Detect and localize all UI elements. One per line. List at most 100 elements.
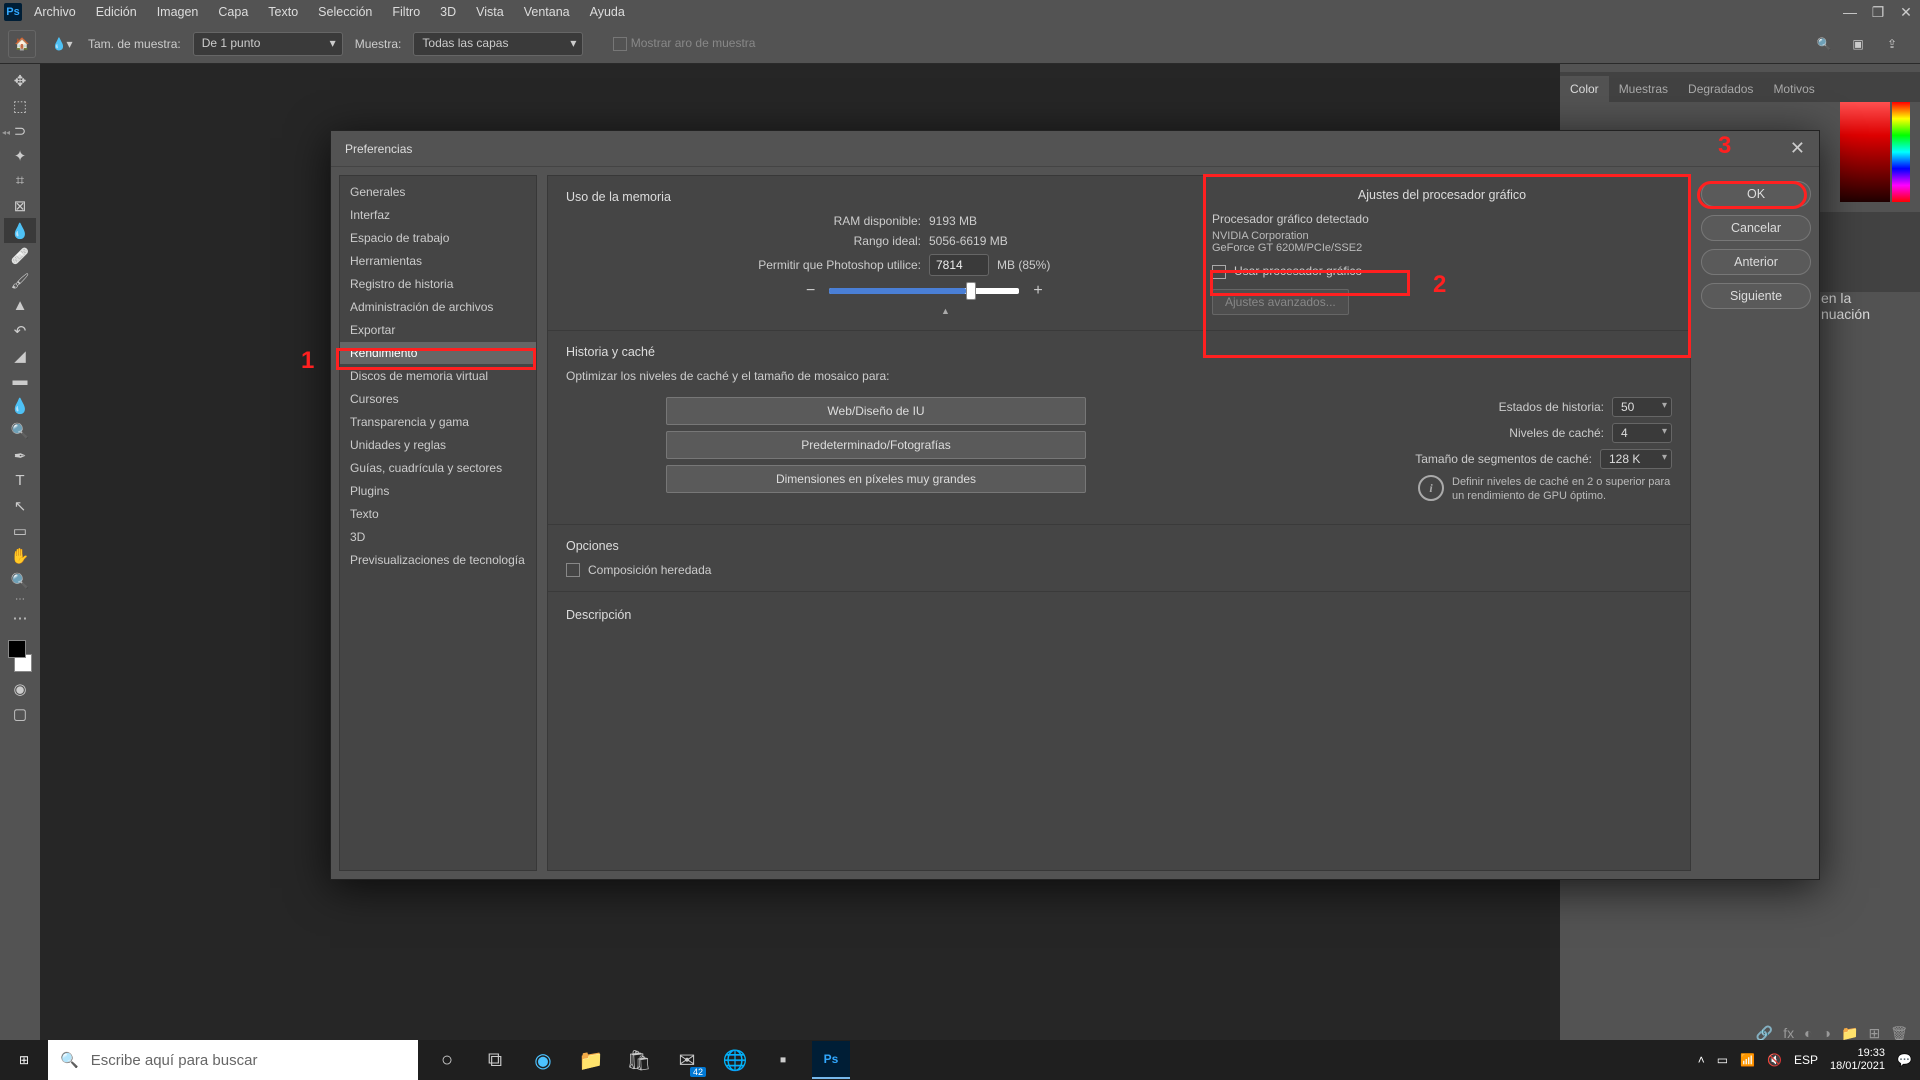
- sidebar-item-archivos[interactable]: Administración de archivos: [340, 296, 536, 318]
- eraser-tool[interactable]: ◢: [4, 343, 36, 368]
- sidebar-item-transparencia[interactable]: Transparencia y gama: [340, 411, 536, 433]
- terminal-icon[interactable]: ▪: [764, 1041, 802, 1079]
- tab-gradients[interactable]: Degradados: [1678, 76, 1763, 102]
- tab-color[interactable]: Color: [1560, 76, 1609, 102]
- gpu-use-option[interactable]: Usar procesador gráfico: [1212, 264, 1672, 279]
- tab-patterns[interactable]: Motivos: [1763, 76, 1824, 102]
- search-icon[interactable]: 🔍: [1814, 34, 1834, 54]
- sidebar-item-plugins[interactable]: Plugins: [340, 480, 536, 502]
- next-button[interactable]: Siguiente: [1701, 283, 1811, 309]
- slider-minus-icon[interactable]: −: [806, 282, 815, 300]
- color-field[interactable]: [1840, 102, 1890, 202]
- history-brush-tool[interactable]: ↶: [4, 318, 36, 343]
- wand-tool[interactable]: ✦: [4, 143, 36, 168]
- wifi-icon[interactable]: 📶: [1740, 1053, 1755, 1067]
- dodge-tool[interactable]: 🔍: [4, 418, 36, 443]
- sidebar-item-herramientas[interactable]: Herramientas: [340, 250, 536, 272]
- memory-slider[interactable]: [829, 288, 1019, 294]
- sidebar-item-guias[interactable]: Guías, cuadrícula y sectores: [340, 457, 536, 479]
- sidebar-item-rendimiento[interactable]: Rendimiento: [340, 342, 536, 364]
- sample-select[interactable]: Todas las capas: [413, 32, 583, 56]
- sidebar-item-interfaz[interactable]: Interfaz: [340, 204, 536, 226]
- quickmask-tool[interactable]: ◉: [4, 676, 36, 701]
- eyedropper-icon[interactable]: 💧▾: [48, 30, 76, 58]
- sidebar-item-3d[interactable]: 3D: [340, 526, 536, 548]
- heal-tool[interactable]: 🩹: [4, 243, 36, 268]
- ring-checkbox[interactable]: [613, 37, 627, 51]
- ring-option[interactable]: Mostrar aro de muestra: [613, 36, 755, 51]
- screenmode-tool[interactable]: ▢: [4, 701, 36, 726]
- marquee-tool[interactable]: ⬚: [4, 93, 36, 118]
- shape-tool[interactable]: ▭: [4, 518, 36, 543]
- explorer-icon[interactable]: 📁: [572, 1041, 610, 1079]
- frame-tool[interactable]: ⊠: [4, 193, 36, 218]
- share-icon[interactable]: ⇪: [1882, 34, 1902, 54]
- notifications-icon[interactable]: 💬: [1897, 1053, 1912, 1067]
- menu-seleccion[interactable]: Selección: [310, 2, 380, 22]
- crop-tool[interactable]: ⌗: [4, 168, 36, 193]
- menu-archivo[interactable]: Archivo: [26, 2, 84, 22]
- lang-indicator[interactable]: ESP: [1794, 1053, 1818, 1067]
- tray-chevron-icon[interactable]: ˄: [1698, 1053, 1705, 1067]
- legacy-checkbox[interactable]: [566, 563, 580, 577]
- gradient-tool[interactable]: ▬: [4, 368, 36, 393]
- frame-icon[interactable]: ▣: [1848, 34, 1868, 54]
- stamp-tool[interactable]: ▲: [4, 293, 36, 318]
- sample-size-select[interactable]: De 1 punto: [193, 32, 343, 56]
- edge-icon[interactable]: ◉: [524, 1041, 562, 1079]
- type-tool[interactable]: T: [4, 468, 36, 493]
- allow-input[interactable]: 7814: [929, 254, 989, 276]
- preset-default-button[interactable]: Predeterminado/Fotografías: [666, 431, 1086, 459]
- battery-icon[interactable]: ▭: [1717, 1053, 1728, 1067]
- clock[interactable]: 19:33 18/01/2021: [1830, 1047, 1885, 1073]
- gpu-checkbox[interactable]: [1212, 265, 1226, 279]
- cancel-button[interactable]: Cancelar: [1701, 215, 1811, 241]
- store-icon[interactable]: 🛍: [620, 1041, 658, 1079]
- minimize-icon[interactable]: —: [1840, 2, 1860, 22]
- sidebar-item-historia[interactable]: Registro de historia: [340, 273, 536, 295]
- mail-icon[interactable]: ✉42: [668, 1041, 706, 1079]
- lasso-tool[interactable]: ⊃: [4, 118, 36, 143]
- menu-texto[interactable]: Texto: [260, 2, 306, 22]
- states-select[interactable]: 50: [1612, 397, 1672, 417]
- sidebar-item-unidades[interactable]: Unidades y reglas: [340, 434, 536, 456]
- hand-tool[interactable]: ✋: [4, 543, 36, 568]
- levels-select[interactable]: 4: [1612, 423, 1672, 443]
- taskview-icon[interactable]: ⧉: [476, 1041, 514, 1079]
- sidebar-item-exportar[interactable]: Exportar: [340, 319, 536, 341]
- close-icon[interactable]: ✕: [1896, 2, 1916, 22]
- path-tool[interactable]: ↖: [4, 493, 36, 518]
- gpu-advanced-button[interactable]: Ajustes avanzados...: [1212, 289, 1349, 315]
- zoom-tool[interactable]: 🔍: [4, 568, 36, 593]
- menu-capa[interactable]: Capa: [210, 2, 256, 22]
- brush-tool[interactable]: 🖌: [4, 268, 36, 293]
- volume-icon[interactable]: 🔇: [1767, 1053, 1782, 1067]
- hue-strip[interactable]: [1892, 102, 1910, 202]
- dialog-close-icon[interactable]: ✕: [1790, 138, 1805, 159]
- eyedropper-tool[interactable]: 💧: [4, 218, 36, 243]
- menu-ayuda[interactable]: Ayuda: [582, 2, 633, 22]
- color-swatches[interactable]: [4, 636, 36, 676]
- move-tool[interactable]: ✥: [4, 68, 36, 93]
- ok-button[interactable]: OK: [1701, 181, 1811, 207]
- maximize-icon[interactable]: ❐: [1868, 2, 1888, 22]
- chrome-icon[interactable]: 🌐: [716, 1041, 754, 1079]
- tile-select[interactable]: 128 K: [1600, 449, 1672, 469]
- slider-plus-icon[interactable]: +: [1033, 282, 1042, 300]
- menu-imagen[interactable]: Imagen: [149, 2, 207, 22]
- preset-web-button[interactable]: Web/Diseño de IU: [666, 397, 1086, 425]
- menu-3d[interactable]: 3D: [432, 2, 464, 22]
- taskbar-search[interactable]: 🔍 Escribe aquí para buscar: [48, 1040, 418, 1080]
- menu-ventana[interactable]: Ventana: [516, 2, 578, 22]
- prev-button[interactable]: Anterior: [1701, 249, 1811, 275]
- edit-toolbar[interactable]: ⋯: [4, 605, 36, 630]
- preset-large-button[interactable]: Dimensiones en píxeles muy grandes: [666, 465, 1086, 493]
- sidebar-item-previs[interactable]: Previsualizaciones de tecnología: [340, 549, 536, 571]
- pen-tool[interactable]: ✒: [4, 443, 36, 468]
- sidebar-item-generales[interactable]: Generales: [340, 181, 536, 203]
- sidebar-item-espacio[interactable]: Espacio de trabajo: [340, 227, 536, 249]
- menu-filtro[interactable]: Filtro: [384, 2, 428, 22]
- legacy-option[interactable]: Composición heredada: [566, 563, 1672, 578]
- start-button[interactable]: ⊞: [0, 1040, 48, 1080]
- menu-vista[interactable]: Vista: [468, 2, 512, 22]
